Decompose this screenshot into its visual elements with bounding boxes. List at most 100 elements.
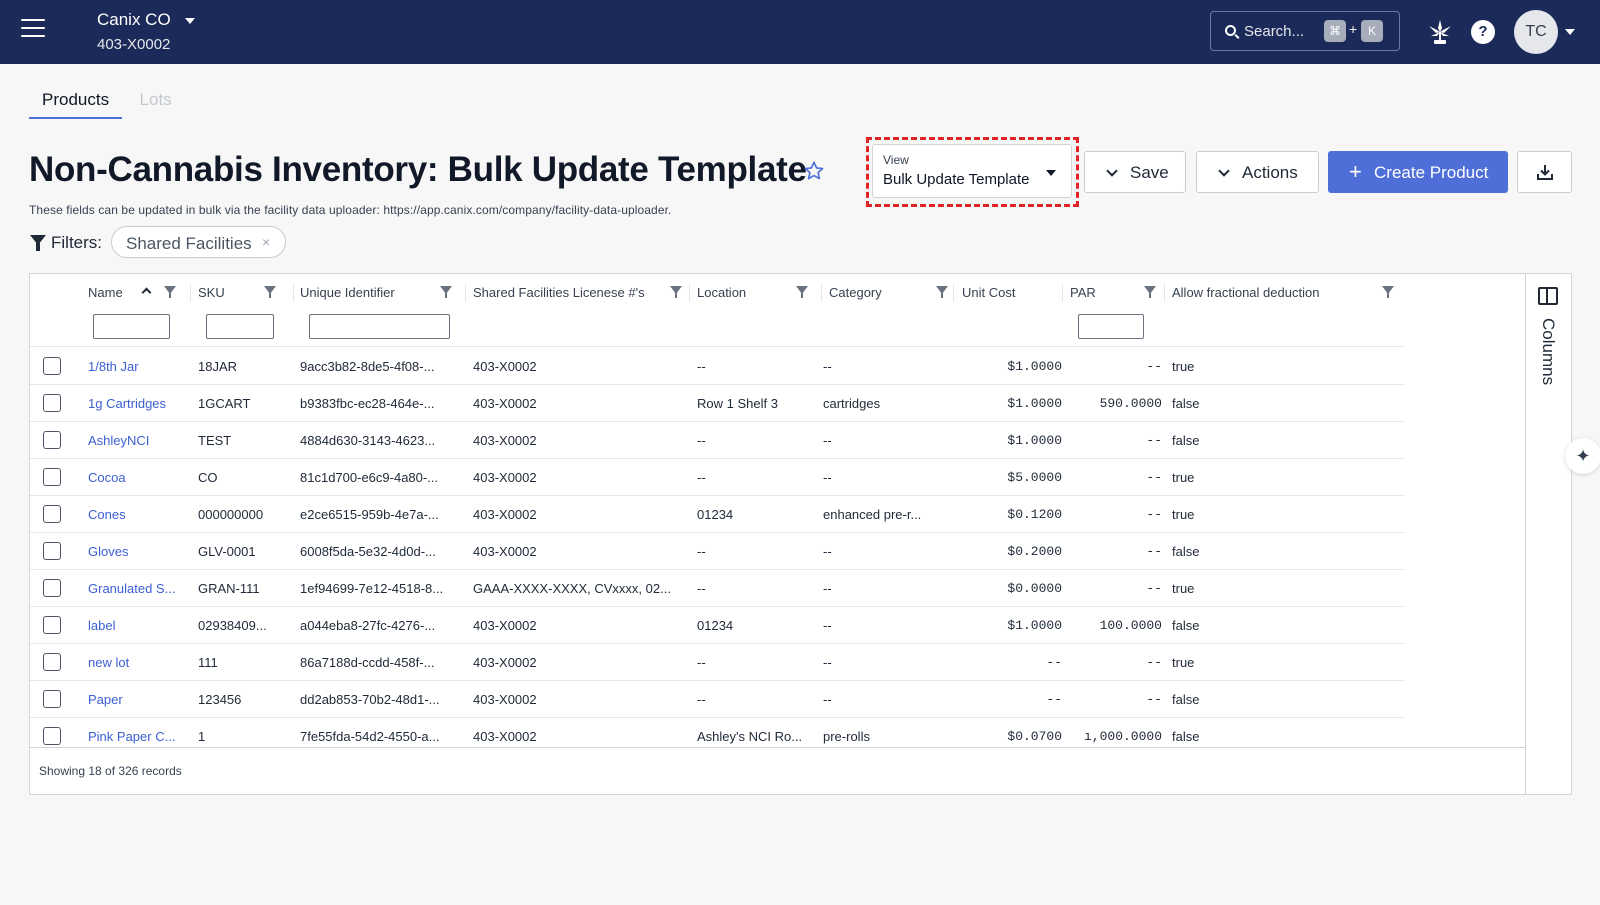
- column-header-category[interactable]: Category: [829, 282, 954, 304]
- save-button[interactable]: Save: [1084, 151, 1186, 193]
- sparkle-icon[interactable]: ✦: [1565, 438, 1600, 474]
- cell-license: 403-X0002: [473, 507, 537, 522]
- row-checkbox[interactable]: [43, 653, 61, 671]
- filter-icon[interactable]: [440, 286, 452, 298]
- cell-category: enhanced pre-r...: [823, 507, 922, 522]
- filter-icon[interactable]: [936, 286, 948, 298]
- row-checkbox[interactable]: [43, 431, 61, 449]
- cell-location: Row 1 Shelf 3: [697, 396, 778, 411]
- plus-icon: +: [1349, 159, 1362, 184]
- row-checkbox[interactable]: [43, 690, 61, 708]
- cell-name[interactable]: Cocoa: [88, 470, 188, 485]
- view-select[interactable]: View Bulk Update Template: [872, 144, 1072, 198]
- column-header-shared-facilities-licenses[interactable]: Shared Facilities Licenese #'s: [473, 282, 683, 304]
- filter-icon[interactable]: [796, 286, 808, 298]
- cell-uid: 7fe55fda-54d2-4550-a...: [300, 729, 440, 744]
- row-checkbox[interactable]: [43, 616, 61, 634]
- menu-icon[interactable]: [21, 19, 45, 39]
- filter-icon[interactable]: [1144, 286, 1156, 298]
- cell-location: --: [697, 692, 706, 707]
- filter-icon[interactable]: [264, 286, 276, 298]
- filter-icon[interactable]: [164, 286, 176, 298]
- cannabis-leaf-icon[interactable]: [1427, 18, 1453, 46]
- cell-license: 403-X0002: [473, 433, 537, 448]
- columns-panel-toggle[interactable]: Columns: [1525, 274, 1571, 794]
- cell-unit-cost: $1.0000: [1007, 618, 1062, 633]
- k-key-badge: K: [1361, 20, 1383, 42]
- cell-sku: 123456: [198, 692, 242, 707]
- sku-filter-input[interactable]: [206, 314, 274, 339]
- cell-uid: 6008f5da-5e32-4d0d-...: [300, 544, 436, 559]
- row-checkbox[interactable]: [43, 468, 61, 486]
- cell-name[interactable]: label: [88, 618, 188, 633]
- sort-ascending-icon[interactable]: [141, 287, 152, 298]
- filter-icon[interactable]: [1382, 286, 1394, 298]
- download-icon: [1537, 165, 1553, 180]
- avatar[interactable]: TC: [1514, 10, 1558, 54]
- row-checkbox[interactable]: [43, 505, 61, 523]
- create-product-label: Create Product: [1374, 163, 1489, 182]
- chevron-down-icon: [1218, 165, 1230, 177]
- cell-name[interactable]: 1/8th Jar: [88, 359, 188, 374]
- close-icon[interactable]: ×: [262, 234, 270, 250]
- columns-panel-label: Columns: [1539, 318, 1558, 386]
- tab-products[interactable]: Products: [29, 88, 123, 119]
- table-row: 1/8th Jar 18JAR 9acc3b82-8de5-4f08-... 403-…: [30, 347, 1405, 385]
- filter-chip-label: Shared Facilities: [126, 234, 252, 253]
- cell-category: --: [823, 544, 832, 559]
- tab-bar: Products Lots: [29, 88, 185, 119]
- cell-name[interactable]: 1g Cartridges: [88, 396, 188, 411]
- actions-button[interactable]: Actions: [1196, 151, 1319, 193]
- table-row: Pink Paper C... 1 7fe55fda-54d2-4550-a... 4…: [30, 717, 1405, 747]
- cell-name[interactable]: AshleyNCI: [88, 433, 188, 448]
- column-header-par[interactable]: PAR: [1070, 282, 1162, 304]
- cell-par: ı,000.0000: [1083, 729, 1162, 744]
- cell-sku: 000000000: [198, 507, 264, 522]
- cell-unit-cost: $0.2000: [1007, 544, 1062, 559]
- name-filter-input[interactable]: [93, 314, 170, 339]
- tab-lots[interactable]: Lots: [127, 88, 185, 117]
- cell-category: --: [823, 433, 832, 448]
- star-icon[interactable]: [803, 160, 825, 182]
- cell-par: --: [1146, 544, 1162, 559]
- search-box[interactable]: Search... ⌘ + K: [1210, 11, 1400, 51]
- cell-fractional: true: [1172, 507, 1195, 522]
- cell-sku: 1: [198, 729, 206, 744]
- column-header-allow-fractional-deduction[interactable]: Allow fractional deduction: [1172, 282, 1402, 304]
- row-checkbox[interactable]: [43, 727, 61, 745]
- cell-category: --: [823, 618, 832, 633]
- cell-name[interactable]: new lot: [88, 655, 188, 670]
- row-checkbox[interactable]: [43, 579, 61, 597]
- row-checkbox[interactable]: [43, 542, 61, 560]
- create-product-button[interactable]: + Create Product: [1328, 151, 1508, 193]
- company-switcher[interactable]: Canix CO 403-X0002: [97, 10, 196, 53]
- download-button[interactable]: [1517, 151, 1572, 193]
- column-header-sku[interactable]: SKU: [198, 282, 288, 304]
- row-checkbox[interactable]: [43, 357, 61, 375]
- cell-unit-cost: $5.0000: [1007, 470, 1062, 485]
- column-header-unique-identifier[interactable]: Unique Identifier: [300, 282, 460, 304]
- cell-location: --: [697, 655, 706, 670]
- filter-icon[interactable]: [670, 286, 682, 298]
- column-header-name[interactable]: Name: [88, 282, 180, 304]
- par-filter-input[interactable]: [1078, 314, 1144, 339]
- cell-license: 403-X0002: [473, 618, 537, 633]
- help-icon[interactable]: ?: [1471, 20, 1495, 44]
- cell-category: --: [823, 692, 832, 707]
- row-checkbox[interactable]: [43, 394, 61, 412]
- cell-name[interactable]: Cones: [88, 507, 188, 522]
- cell-name[interactable]: Paper: [88, 692, 188, 707]
- cell-name[interactable]: Granulated S...: [88, 581, 188, 596]
- caret-down-icon: [1046, 170, 1056, 176]
- cell-name[interactable]: Gloves: [88, 544, 188, 559]
- chevron-down-icon[interactable]: [1565, 29, 1575, 35]
- column-header-unit-cost[interactable]: Unit Cost: [962, 282, 1057, 304]
- cell-sku: 18JAR: [198, 359, 238, 374]
- unique-identifier-filter-input[interactable]: [309, 314, 450, 339]
- cell-fractional: false: [1172, 544, 1200, 559]
- cell-name[interactable]: Pink Paper C...: [88, 729, 188, 744]
- chevron-down-icon[interactable]: [185, 17, 196, 24]
- filter-chip-shared-facilities[interactable]: Shared Facilities ×: [111, 226, 286, 258]
- cell-category: --: [823, 581, 832, 596]
- column-header-location[interactable]: Location: [697, 282, 817, 304]
